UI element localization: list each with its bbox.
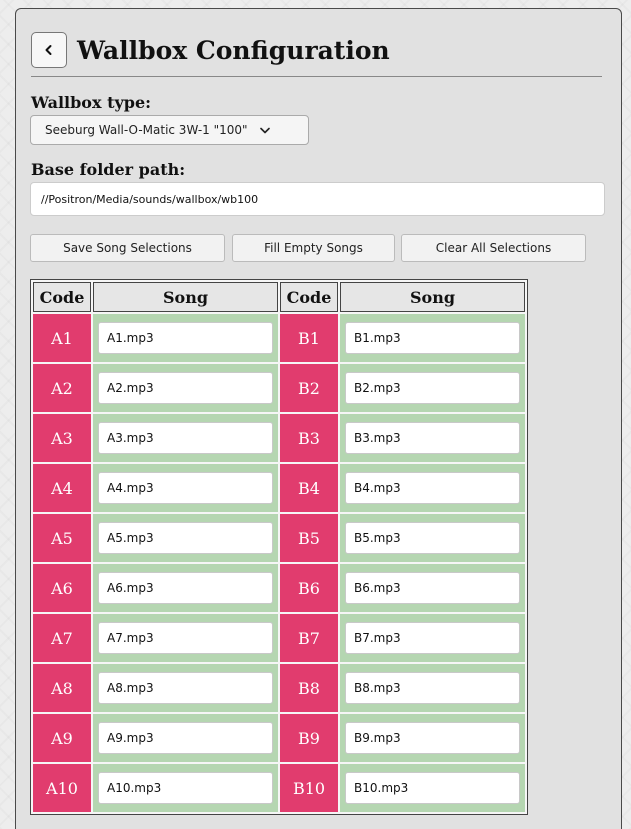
song-input[interactable]	[98, 372, 273, 404]
song-cell	[340, 614, 525, 662]
clear-selections-button[interactable]: Clear All Selections	[401, 234, 586, 262]
code-cell: B3	[280, 414, 338, 462]
song-input[interactable]	[345, 372, 520, 404]
song-selection-table: Code Song Code Song A1 B1 A2 B2 A3	[30, 279, 528, 815]
table-row: A9 B9	[33, 714, 525, 762]
song-input[interactable]	[345, 522, 520, 554]
code-cell: B4	[280, 464, 338, 512]
wallbox-type-label: Wallbox type:	[31, 93, 152, 112]
config-panel: Wallbox Configuration Wallbox type: Seeb…	[15, 8, 622, 829]
song-input[interactable]	[345, 622, 520, 654]
table-row: A1 B1	[33, 314, 525, 362]
chevron-left-icon	[45, 45, 52, 55]
song-cell	[340, 364, 525, 412]
song-input[interactable]	[98, 772, 273, 804]
code-cell: B1	[280, 314, 338, 362]
song-cell	[340, 514, 525, 562]
song-cell	[93, 614, 278, 662]
song-cell	[340, 464, 525, 512]
wallbox-type-selected: Seeburg Wall-O-Matic 3W-1 "100"	[45, 123, 248, 137]
song-cell	[340, 564, 525, 612]
song-input[interactable]	[345, 722, 520, 754]
code-cell: A6	[33, 564, 91, 612]
song-input[interactable]	[98, 522, 273, 554]
base-folder-input[interactable]	[30, 182, 605, 216]
code-cell: A2	[33, 364, 91, 412]
table-row: A4 B4	[33, 464, 525, 512]
code-cell: A1	[33, 314, 91, 362]
code-cell: A8	[33, 664, 91, 712]
song-input[interactable]	[98, 722, 273, 754]
back-button[interactable]	[31, 32, 67, 68]
code-cell: A5	[33, 514, 91, 562]
table-row: A2 B2	[33, 364, 525, 412]
code-cell: A9	[33, 714, 91, 762]
code-cell: A4	[33, 464, 91, 512]
song-cell	[340, 714, 525, 762]
code-cell: B10	[280, 764, 338, 812]
song-input[interactable]	[345, 322, 520, 354]
title-divider	[31, 76, 602, 77]
song-cell	[93, 314, 278, 362]
song-cell	[93, 414, 278, 462]
song-cell	[93, 564, 278, 612]
song-cell	[93, 464, 278, 512]
song-cell	[93, 764, 278, 812]
code-cell: B8	[280, 664, 338, 712]
code-cell: B9	[280, 714, 338, 762]
song-input[interactable]	[345, 422, 520, 454]
code-cell: B7	[280, 614, 338, 662]
code-cell: A3	[33, 414, 91, 462]
table-row: A6 B6	[33, 564, 525, 612]
code-cell: A10	[33, 764, 91, 812]
table-row: A5 B5	[33, 514, 525, 562]
song-cell	[93, 714, 278, 762]
code-cell: A7	[33, 614, 91, 662]
song-input[interactable]	[98, 672, 273, 704]
header-song-a: Song	[93, 282, 278, 312]
song-input[interactable]	[98, 472, 273, 504]
song-input[interactable]	[98, 322, 273, 354]
code-cell: B5	[280, 514, 338, 562]
table-row: A7 B7	[33, 614, 525, 662]
table-row: A3 B3	[33, 414, 525, 462]
table-header-row: Code Song Code Song	[33, 282, 525, 312]
song-input[interactable]	[345, 672, 520, 704]
header-code-a: Code	[33, 282, 91, 312]
code-cell: B2	[280, 364, 338, 412]
wallbox-type-select[interactable]: Seeburg Wall-O-Matic 3W-1 "100"	[30, 115, 309, 145]
song-input[interactable]	[345, 572, 520, 604]
table-row: A10 B10	[33, 764, 525, 812]
save-selections-button[interactable]: Save Song Selections	[30, 234, 225, 262]
song-cell	[340, 764, 525, 812]
song-cell	[93, 514, 278, 562]
song-input[interactable]	[98, 422, 273, 454]
song-cell	[340, 414, 525, 462]
page-header: Wallbox Configuration	[31, 32, 390, 68]
header-song-b: Song	[340, 282, 525, 312]
chevron-down-icon	[259, 127, 270, 134]
song-input[interactable]	[98, 572, 273, 604]
song-input[interactable]	[345, 772, 520, 804]
song-input[interactable]	[345, 472, 520, 504]
song-cell	[340, 664, 525, 712]
song-cell	[340, 314, 525, 362]
header-code-b: Code	[280, 282, 338, 312]
fill-empty-button[interactable]: Fill Empty Songs	[232, 234, 395, 262]
base-folder-label: Base folder path:	[31, 160, 186, 179]
page-title: Wallbox Configuration	[77, 35, 390, 65]
table-row: A8 B8	[33, 664, 525, 712]
song-cell	[93, 364, 278, 412]
song-input[interactable]	[98, 622, 273, 654]
code-cell: B6	[280, 564, 338, 612]
song-cell	[93, 664, 278, 712]
